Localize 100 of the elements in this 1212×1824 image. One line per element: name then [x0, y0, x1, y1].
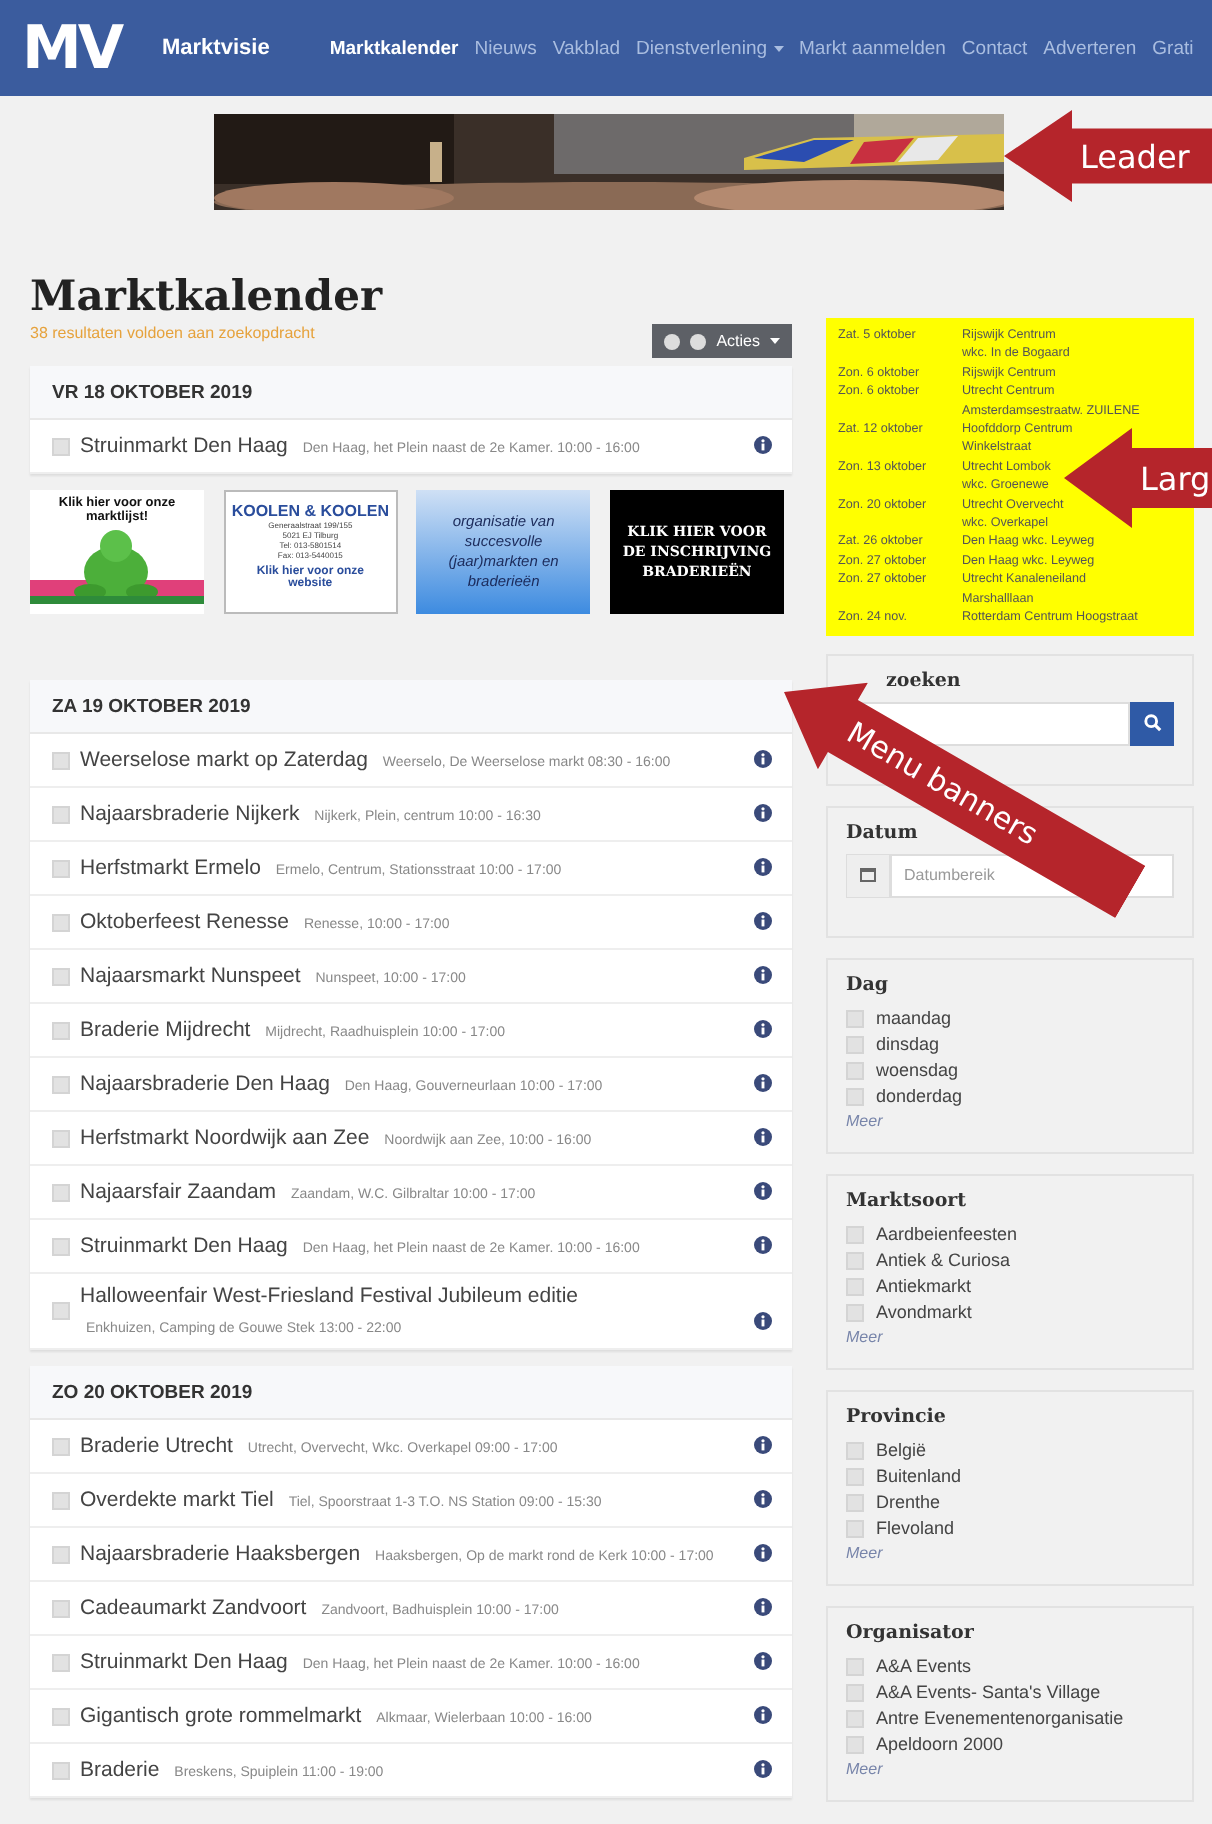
checkbox[interactable] [52, 1021, 70, 1039]
checkbox[interactable] [52, 1129, 70, 1147]
info-icon[interactable] [754, 1544, 772, 1562]
event-title[interactable]: Herfstmarkt Noordwijk aan Zee [80, 1126, 370, 1150]
checkbox[interactable] [846, 1441, 864, 1459]
filter-option[interactable]: Drenthe [876, 1489, 941, 1515]
filter-option[interactable]: A&A Events [876, 1653, 972, 1679]
checkbox[interactable] [52, 1761, 70, 1779]
filter-option[interactable]: Aardbeienfeesten [876, 1221, 1018, 1247]
filter-option[interactable]: België [876, 1437, 927, 1463]
checkbox[interactable] [846, 1277, 864, 1295]
checkbox[interactable] [52, 437, 70, 455]
event-title[interactable]: Overdekte markt Tiel [80, 1488, 274, 1512]
event-title[interactable]: Struinmarkt Den Haag [80, 434, 288, 458]
checkbox[interactable] [846, 1683, 864, 1701]
info-icon[interactable] [754, 750, 772, 768]
checkbox[interactable] [846, 1035, 864, 1053]
checkbox[interactable] [52, 1183, 70, 1201]
filter-option[interactable]: Flevoland [876, 1515, 955, 1541]
checkbox[interactable] [846, 1087, 864, 1105]
info-icon[interactable] [754, 436, 772, 454]
nav-link[interactable]: Marktkalender [329, 37, 459, 59]
checkbox[interactable] [52, 859, 70, 877]
info-icon[interactable] [754, 966, 772, 984]
checkbox[interactable] [52, 1545, 70, 1563]
info-icon[interactable] [754, 1490, 772, 1508]
checkbox[interactable] [846, 1009, 864, 1027]
filter-option[interactable]: Apeldoorn 2000 [876, 1731, 1004, 1757]
filter-option[interactable]: woensdag [876, 1057, 959, 1083]
info-icon[interactable] [754, 1074, 772, 1092]
checkbox[interactable] [846, 1519, 864, 1537]
search-button[interactable] [1130, 701, 1174, 745]
checkbox[interactable] [846, 1303, 864, 1321]
actions-button[interactable]: Acties [652, 324, 792, 358]
event-title[interactable]: Najaarsfair Zaandam [80, 1180, 277, 1204]
event-title[interactable]: Braderie Utrecht [80, 1434, 233, 1458]
checkbox[interactable] [52, 1491, 70, 1509]
search-icon [1143, 714, 1161, 732]
checkbox[interactable] [846, 1493, 864, 1511]
event-title[interactable]: Gigantisch grote rommelmarkt [80, 1704, 362, 1728]
checkbox[interactable] [846, 1467, 864, 1485]
checkbox[interactable] [846, 1735, 864, 1753]
banner-text: KOOLEN & KOOLEN [231, 502, 389, 520]
checkbox[interactable] [846, 1657, 864, 1675]
checkbox[interactable] [52, 1599, 70, 1617]
checkbox[interactable] [52, 1653, 70, 1671]
checkbox[interactable] [846, 1225, 864, 1243]
filter-option[interactable]: Antiekmarkt [876, 1273, 972, 1299]
info-icon[interactable] [754, 1312, 772, 1330]
checkbox[interactable] [52, 1075, 70, 1093]
checkbox[interactable] [52, 1707, 70, 1725]
filter-option[interactable]: A&A Events- Santa's Village [876, 1679, 1101, 1705]
panel-title: Dag [846, 973, 891, 995]
info-icon[interactable] [754, 1236, 772, 1254]
day-heading: VR 18 OKTOBER 2019 [30, 366, 792, 420]
callout-tooltip: Leader [1004, 110, 1212, 202]
checkbox[interactable] [52, 751, 70, 769]
checkbox[interactable] [52, 805, 70, 823]
info-icon[interactable] [754, 1652, 772, 1670]
info-icon[interactable] [754, 912, 772, 930]
event-title[interactable]: Najaarsbraderie Nijkerk [80, 802, 300, 826]
info-icon[interactable] [754, 1182, 772, 1200]
checkbox[interactable] [52, 1237, 70, 1255]
event-title[interactable]: Cadeaumarkt Zandvoort [80, 1596, 307, 1620]
info-icon[interactable] [754, 1436, 772, 1454]
checkbox[interactable] [846, 1061, 864, 1079]
filter-option[interactable]: Antre Evenementenorganisatie [876, 1705, 1124, 1731]
filter-option[interactable]: dinsdag [876, 1031, 940, 1057]
checkbox[interactable] [52, 913, 70, 931]
brand-name[interactable]: Marktvisie [162, 36, 270, 60]
filter-option[interactable]: maandag [876, 1005, 952, 1031]
event-title[interactable]: Weerselose markt op Zaterdag [80, 748, 368, 772]
info-icon[interactable] [754, 1706, 772, 1724]
checkbox[interactable] [846, 1709, 864, 1727]
event-title[interactable]: Najaarsmarkt Nunspeet [80, 964, 301, 988]
checkbox[interactable] [52, 1437, 70, 1455]
info-icon[interactable] [754, 1760, 772, 1778]
event-title[interactable]: Najaarsbraderie Haaksbergen [80, 1542, 361, 1566]
filter-option[interactable]: Avondmarkt [876, 1299, 972, 1325]
checkbox[interactable] [52, 1302, 70, 1320]
filter-option[interactable]: Buitenland [876, 1463, 962, 1489]
info-icon[interactable] [754, 1128, 772, 1146]
checkbox[interactable] [846, 1251, 864, 1269]
event-title[interactable]: Struinmarkt Den Haag [80, 1234, 288, 1258]
event-title[interactable]: Braderie Mijdrecht [80, 1018, 251, 1042]
checkbox[interactable] [52, 967, 70, 985]
info-icon[interactable] [754, 1598, 772, 1616]
filter-option[interactable]: Antiek & Curiosa [876, 1247, 1011, 1273]
event-title[interactable]: Struinmarkt Den Haag [80, 1650, 288, 1674]
calendar-icon [846, 853, 890, 897]
event-title[interactable]: Oktoberfeest Renesse [80, 910, 289, 934]
info-icon[interactable] [754, 858, 772, 876]
filter-option[interactable]: donderdag [876, 1083, 963, 1109]
event-title[interactable]: Najaarsbraderie Den Haag [80, 1072, 330, 1096]
event-title[interactable]: Braderie [80, 1758, 160, 1782]
logo[interactable]: MV [22, 13, 122, 83]
event-title[interactable]: Herfstmarkt Ermelo [80, 856, 261, 880]
event-title[interactable]: Halloweenfair West-Friesland Festival Jubileum editie [80, 1284, 578, 1308]
info-icon[interactable] [754, 804, 772, 822]
info-icon[interactable] [754, 1020, 772, 1038]
